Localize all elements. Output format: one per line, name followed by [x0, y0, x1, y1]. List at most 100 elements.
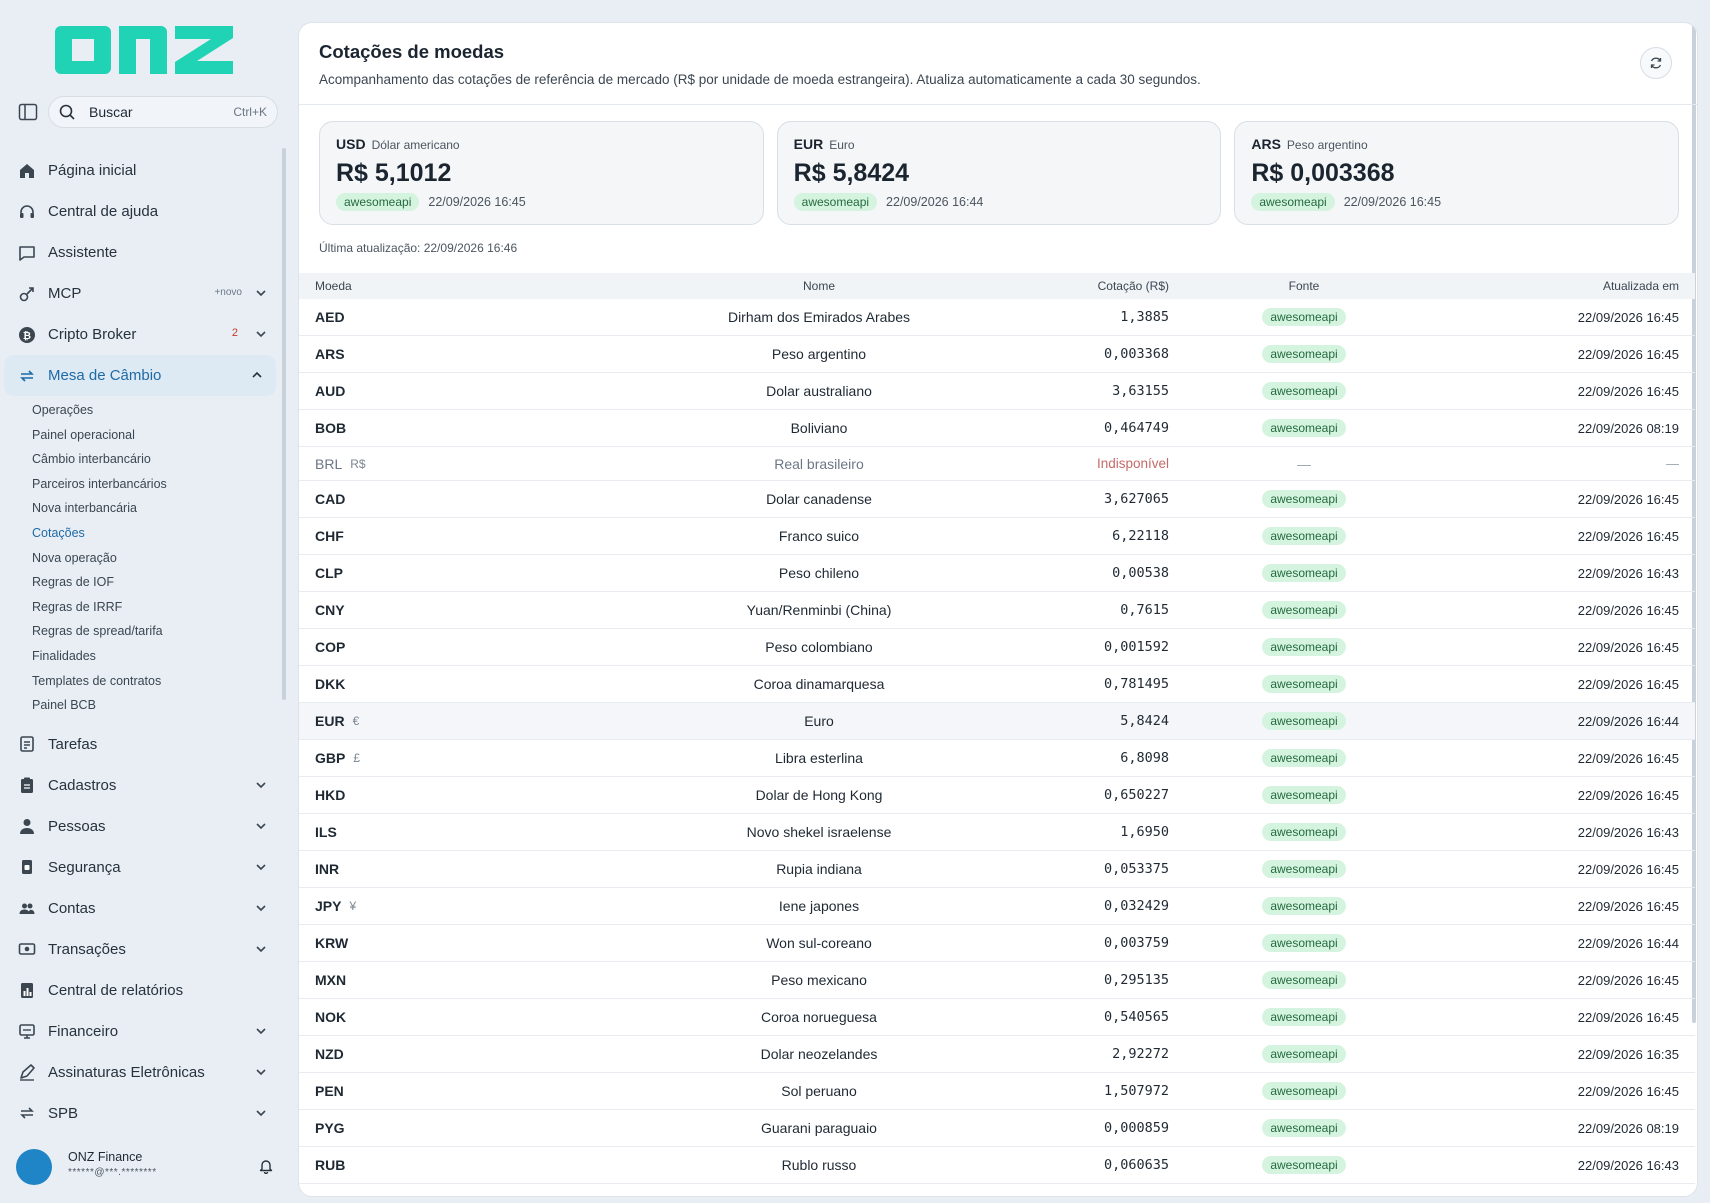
nav-item-home[interactable]: Página inicial — [0, 150, 280, 191]
table-row[interactable]: HKD Dolar de Hong Kong 0,650227 awesomeapi 2… — [299, 777, 1695, 814]
table-row[interactable]: NZD Dolar neozelandes 2,92272 awesomeapi 22/… — [299, 1036, 1695, 1073]
table-row[interactable]: NOK Coroa norueguesa 0,540565 awesomeapi 22/… — [299, 999, 1695, 1036]
user-profile[interactable]: ONZ Finance ******@***.******** — [16, 1147, 280, 1187]
chevron-down-icon[interactable] — [254, 860, 268, 874]
subnav-nova-interbancaria[interactable]: Nova interbancária — [0, 496, 280, 521]
last-update-text: Última atualização: 22/09/2026 16:46 — [319, 241, 518, 255]
nav-item-pessoas[interactable]: Pessoas — [0, 806, 280, 847]
chevron-down-icon[interactable] — [254, 1065, 268, 1079]
cell-nome: Rublo russo — [781, 1157, 857, 1173]
subnav-templates-contratos[interactable]: Templates de contratos — [0, 669, 280, 694]
subnav-parceiros-interbancarios[interactable]: Parceiros interbancários — [0, 472, 280, 497]
table-row[interactable]: AUD Dolar australiano 3,63155 awesomeapi 22/… — [299, 373, 1695, 410]
card-value: R$ 0,003368 — [1251, 159, 1395, 187]
subnav-cotacoes[interactable]: Cotações — [0, 521, 280, 546]
cell-cotacao: 0,003368 — [1103, 346, 1169, 362]
cell-cotacao: 1,6950 — [1120, 824, 1169, 840]
nav-item-financeiro[interactable]: Financeiro — [0, 1011, 280, 1052]
avatar[interactable] — [16, 1149, 52, 1185]
cell-nome: Won sul-coreano — [766, 935, 872, 951]
nav-item-mcp[interactable]: MCP +novo — [0, 273, 280, 314]
nav-item-transacoes[interactable]: Transações — [0, 929, 280, 970]
table-row[interactable]: PEN Sol peruano 1,507972 awesomeapi 22/09/20… — [299, 1073, 1695, 1110]
nav-item-spb[interactable]: SPB — [0, 1093, 280, 1134]
headset-icon — [18, 203, 36, 221]
table-row[interactable]: RUB Rublo russo 0,060635 awesomeapi 22/09/20… — [299, 1147, 1695, 1184]
source-badge: awesomeapi — [1262, 1082, 1346, 1100]
table-row[interactable]: CNY Yuan/Renminbi (China) 0,7615 awesomeapi… — [299, 592, 1695, 629]
table-row[interactable]: BRL R$ Real brasileiro Indisponível — — — [299, 447, 1695, 481]
subnav-finalidades[interactable]: Finalidades — [0, 644, 280, 669]
header-nome[interactable]: Nome — [599, 279, 1039, 293]
search-box[interactable]: Buscar Ctrl+K — [48, 96, 278, 128]
nav-item-crypto-broker[interactable]: ₿ Cripto Broker 2 — [0, 314, 280, 355]
source-badge: awesomeapi — [1262, 823, 1346, 841]
cell-moeda: BRL R$ — [299, 456, 599, 472]
table-row[interactable]: PYG Guarani paraguaio 0,000859 awesomeapi 22… — [299, 1110, 1695, 1147]
refresh-button[interactable] — [1640, 47, 1672, 79]
nav-item-help[interactable]: Central de ajuda — [0, 191, 280, 232]
table-row[interactable]: JPY ¥ Iene japones 0,032429 awesomeapi 22/09/… — [299, 888, 1695, 925]
currency-code: BOB — [315, 420, 347, 436]
exchange-subnav: Operações Painel operacional Câmbio inte… — [0, 396, 280, 724]
currency-symbol: € — [352, 714, 360, 728]
subnav-nova-operacao[interactable]: Nova operação — [0, 546, 280, 571]
nav-item-contas[interactable]: Contas — [0, 888, 280, 929]
chevron-down-icon[interactable] — [254, 286, 268, 300]
chevron-down-icon[interactable] — [254, 778, 268, 792]
table-row[interactable]: EUR € Euro 5,8424 awesomeapi 22/09/2026 16:44 — [299, 703, 1695, 740]
subnav-regras-spread[interactable]: Regras de spread/tarifa — [0, 619, 280, 644]
header-atualizada[interactable]: Atualizada em — [1439, 279, 1695, 293]
chevron-down-icon[interactable] — [254, 819, 268, 833]
chevron-down-icon[interactable] — [254, 1024, 268, 1038]
cell-fonte: — — [1169, 456, 1439, 472]
table-row[interactable]: CAD Dolar canadense 3,627065 awesomeapi 22/0… — [299, 481, 1695, 518]
chevron-up-icon[interactable] — [250, 368, 264, 382]
chevron-down-icon[interactable] — [254, 942, 268, 956]
nav-label: Cripto Broker — [48, 326, 137, 343]
table-row[interactable]: INR Rupia indiana 0,053375 awesomeapi 22/09/… — [299, 851, 1695, 888]
currency-code: INR — [315, 861, 340, 877]
nav-item-exchange-desk[interactable]: Mesa de Câmbio — [4, 355, 276, 396]
cell-nome: Franco suico — [778, 528, 860, 544]
nav-item-seguranca[interactable]: Segurança — [0, 847, 280, 888]
table-row[interactable]: CLP Peso chileno 0,00538 awesomeapi 22/09/20… — [299, 555, 1695, 592]
bell-icon[interactable] — [258, 1158, 274, 1174]
table-row[interactable]: DKK Coroa dinamarquesa 0,781495 awesomeapi 2… — [299, 666, 1695, 703]
cell-moeda: CLP — [299, 565, 599, 581]
table-row[interactable]: KRW Won sul-coreano 0,003759 awesomeapi 22/0… — [299, 925, 1695, 962]
chevron-down-icon[interactable] — [254, 1106, 268, 1120]
subnav-painel-bcb[interactable]: Painel BCB — [0, 693, 280, 718]
chevron-down-icon[interactable] — [254, 327, 268, 341]
header-cotacao[interactable]: Cotação (R$) — [1039, 279, 1169, 293]
cell-nome: Guarani paraguaio — [761, 1120, 877, 1136]
nav-item-assistant[interactable]: Assistente — [0, 232, 280, 273]
onz-logo[interactable] — [55, 22, 235, 78]
sidebar-scrollbar[interactable] — [282, 148, 286, 700]
subnav-regras-iof[interactable]: Regras de IOF — [0, 570, 280, 595]
subnav-operacoes[interactable]: Operações — [0, 398, 280, 423]
table-row[interactable]: GBP £ Libra esterlina 6,8098 awesomeapi 22/09… — [299, 740, 1695, 777]
header-moeda[interactable]: Moeda — [299, 279, 599, 293]
cell-atualizada: 22/09/2026 16:45 — [1577, 528, 1679, 544]
sidebar-toggle-icon[interactable] — [18, 103, 38, 121]
table-row[interactable]: MXN Peso mexicano 0,295135 awesomeapi 22/09/… — [299, 962, 1695, 999]
chevron-down-icon[interactable] — [254, 901, 268, 915]
table-row[interactable]: ARS Peso argentino 0,003368 awesomeapi 22/09… — [299, 336, 1695, 373]
nav-item-assinaturas[interactable]: Assinaturas Eletrônicas — [0, 1052, 280, 1093]
plug-icon — [18, 285, 36, 303]
nav-item-tasks[interactable]: Tarefas — [0, 724, 280, 765]
table-row[interactable]: BOB Boliviano 0,464749 awesomeapi 22/09/2026… — [299, 410, 1695, 447]
nav-item-relatorios[interactable]: Central de relatórios — [0, 970, 280, 1011]
table-row[interactable]: ILS Novo shekel israelense 1,6950 awesomeap… — [299, 814, 1695, 851]
nav-item-cadastros[interactable]: Cadastros — [0, 765, 280, 806]
table-row[interactable]: CHF Franco suico 6,22118 awesomeapi 22/09/20… — [299, 518, 1695, 555]
table-row[interactable]: AED Dirham dos Emirados Arabes 1,3885 aweso… — [299, 299, 1695, 336]
nav-label: Assistente — [48, 244, 118, 261]
header-fonte[interactable]: Fonte — [1169, 279, 1439, 293]
subnav-regras-irrf[interactable]: Regras de IRRF — [0, 595, 280, 620]
subnav-cambio-interbancario[interactable]: Câmbio interbancário — [0, 447, 280, 472]
table-row[interactable]: COP Peso colombiano 0,001592 awesomeapi 22/0… — [299, 629, 1695, 666]
subnav-painel-operacional[interactable]: Painel operacional — [0, 423, 280, 448]
rates-table: Moeda Nome Cotação (R$) Fonte Atualizada… — [299, 273, 1695, 1184]
